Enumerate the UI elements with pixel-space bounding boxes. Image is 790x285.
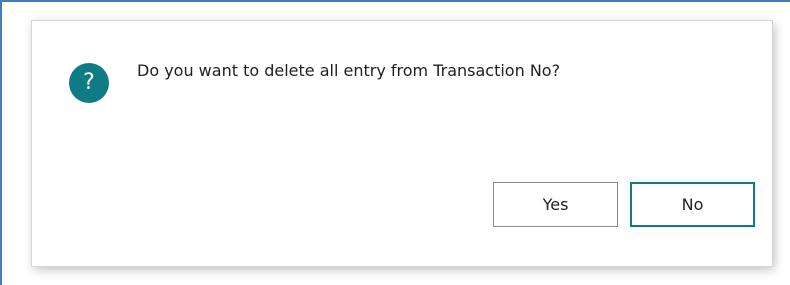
dialog-message: Do you want to delete all entry from Tra… xyxy=(137,61,561,80)
confirm-dialog: ? Do you want to delete all entry from T… xyxy=(32,21,772,266)
yes-button[interactable]: Yes xyxy=(493,182,618,227)
question-mark-icon: ? xyxy=(69,63,109,103)
window-frame-left xyxy=(0,0,2,285)
window-frame-top xyxy=(0,0,790,2)
no-button[interactable]: No xyxy=(630,182,755,227)
page-backdrop: ? Do you want to delete all entry from T… xyxy=(0,0,790,285)
